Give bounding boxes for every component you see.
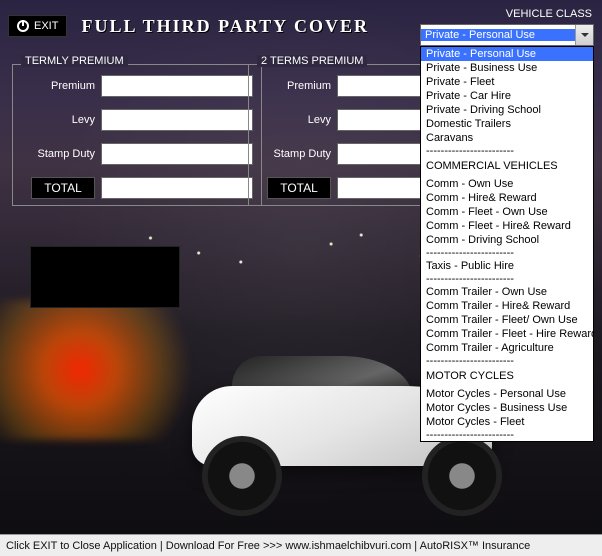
power-icon (17, 20, 29, 32)
dropdown-item[interactable]: Comm Trailer - Own Use (421, 285, 593, 299)
dropdown-separator: ------------------------ (421, 273, 593, 285)
page-title: FULL THIRD PARTY COVER (81, 16, 369, 37)
status-bar: Click EXIT to Close Application | Downlo… (0, 534, 602, 556)
levy-label: Levy (21, 114, 95, 126)
vehicle-class-selected: Private - Personal Use (421, 29, 575, 41)
dropdown-item[interactable]: Private - Fleet (421, 75, 593, 89)
dropdown-item[interactable]: Comm Trailer - Fleet - Hire Reward (421, 327, 593, 341)
dropdown-separator: ------------------------ (421, 145, 593, 157)
termly-legend: TERMLY PREMIUM (21, 55, 128, 67)
dropdown-group-header: MOTOR CYCLES (421, 367, 593, 383)
dropdown-item[interactable]: Private - Business Use (421, 61, 593, 75)
vehicle-class-label: VEHICLE CLASS (504, 4, 594, 24)
dropdown-item[interactable]: Private - Car Hire (421, 89, 593, 103)
dropdown-item[interactable]: Comm - Driving School (421, 233, 593, 247)
dropdown-separator: ------------------------ (421, 429, 593, 441)
termly-total-input[interactable] (101, 177, 253, 199)
stamp-duty-label: Stamp Duty (21, 148, 95, 160)
dropdown-item[interactable]: Comm Trailer - Fleet/ Own Use (421, 313, 593, 327)
image-placeholder (30, 246, 180, 308)
termly-stampduty-input[interactable] (101, 143, 253, 165)
dropdown-item[interactable]: Private - Personal Use (421, 47, 593, 61)
dropdown-item[interactable]: Comm - Fleet - Hire& Reward (421, 219, 593, 233)
dropdown-item[interactable]: Comm - Fleet - Own Use (421, 205, 593, 219)
dropdown-item[interactable]: Motor Cycles - Business Use (421, 401, 593, 415)
vehicle-class-combo[interactable]: Private - Personal Use (420, 24, 594, 46)
total-label: TOTAL (31, 177, 95, 199)
levy-label: Levy (257, 114, 331, 126)
termly-premium-panel: TERMLY PREMIUM Premium Levy Stamp Duty T… (12, 64, 262, 206)
dropdown-separator: ------------------------ (421, 247, 593, 259)
two-terms-legend: 2 TERMS PREMIUM (257, 55, 367, 67)
termly-levy-input[interactable] (101, 109, 253, 131)
dropdown-item[interactable]: Private - Driving School (421, 103, 593, 117)
dropdown-item[interactable]: Comm Trailer - Agriculture (421, 341, 593, 355)
dropdown-item[interactable]: Motor Cycles - Fleet (421, 415, 593, 429)
termly-premium-input[interactable] (101, 75, 253, 97)
dropdown-item[interactable]: Comm Trailer - Hire& Reward (421, 299, 593, 313)
chevron-down-icon[interactable] (575, 25, 593, 45)
premium-label: Premium (257, 80, 331, 92)
premium-label: Premium (21, 80, 95, 92)
dropdown-item[interactable]: Comm - Own Use (421, 177, 593, 191)
dropdown-item[interactable]: Caravans (421, 131, 593, 145)
exit-button[interactable]: EXIT (8, 15, 67, 37)
total-label: TOTAL (267, 177, 331, 199)
dropdown-group-header: COMMERCIAL VEHICLES (421, 157, 593, 173)
dropdown-item[interactable]: Domestic Trailers (421, 117, 593, 131)
dropdown-separator: ------------------------ (421, 355, 593, 367)
vehicle-class-dropdown[interactable]: Private - Personal UsePrivate - Business… (420, 46, 594, 442)
dropdown-item[interactable]: Taxis - Public Hire (421, 259, 593, 273)
exit-label: EXIT (34, 20, 58, 32)
stamp-duty-label: Stamp Duty (257, 148, 331, 160)
dropdown-item[interactable]: Comm - Hire& Reward (421, 191, 593, 205)
dropdown-item[interactable]: Motor Cycles - Personal Use (421, 387, 593, 401)
